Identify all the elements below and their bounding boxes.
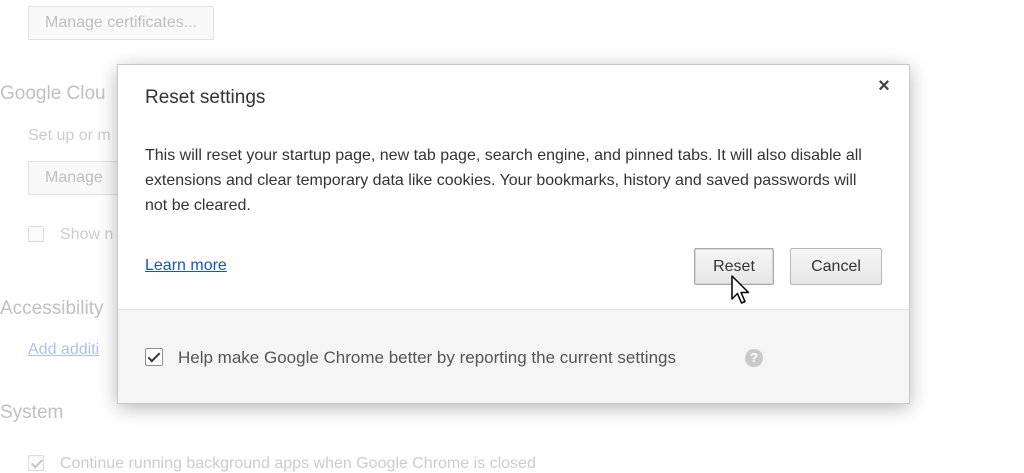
reset-settings-dialog: Reset settings × This will reset your st… (117, 64, 910, 404)
dialog-description: This will reset your startup page, new t… (145, 147, 862, 214)
help-icon[interactable]: ? (745, 349, 763, 367)
mouse-cursor-icon (731, 275, 750, 304)
close-icon[interactable]: × (873, 75, 895, 97)
report-settings-checkbox[interactable] (145, 348, 163, 366)
learn-more-link[interactable]: Learn more (145, 257, 227, 275)
dialog-title: Reset settings (145, 87, 266, 108)
cancel-button[interactable]: Cancel (790, 248, 882, 285)
report-settings-label[interactable]: Help make Google Chrome better by report… (178, 348, 676, 368)
dialog-footer: Help make Google Chrome better by report… (118, 309, 909, 403)
